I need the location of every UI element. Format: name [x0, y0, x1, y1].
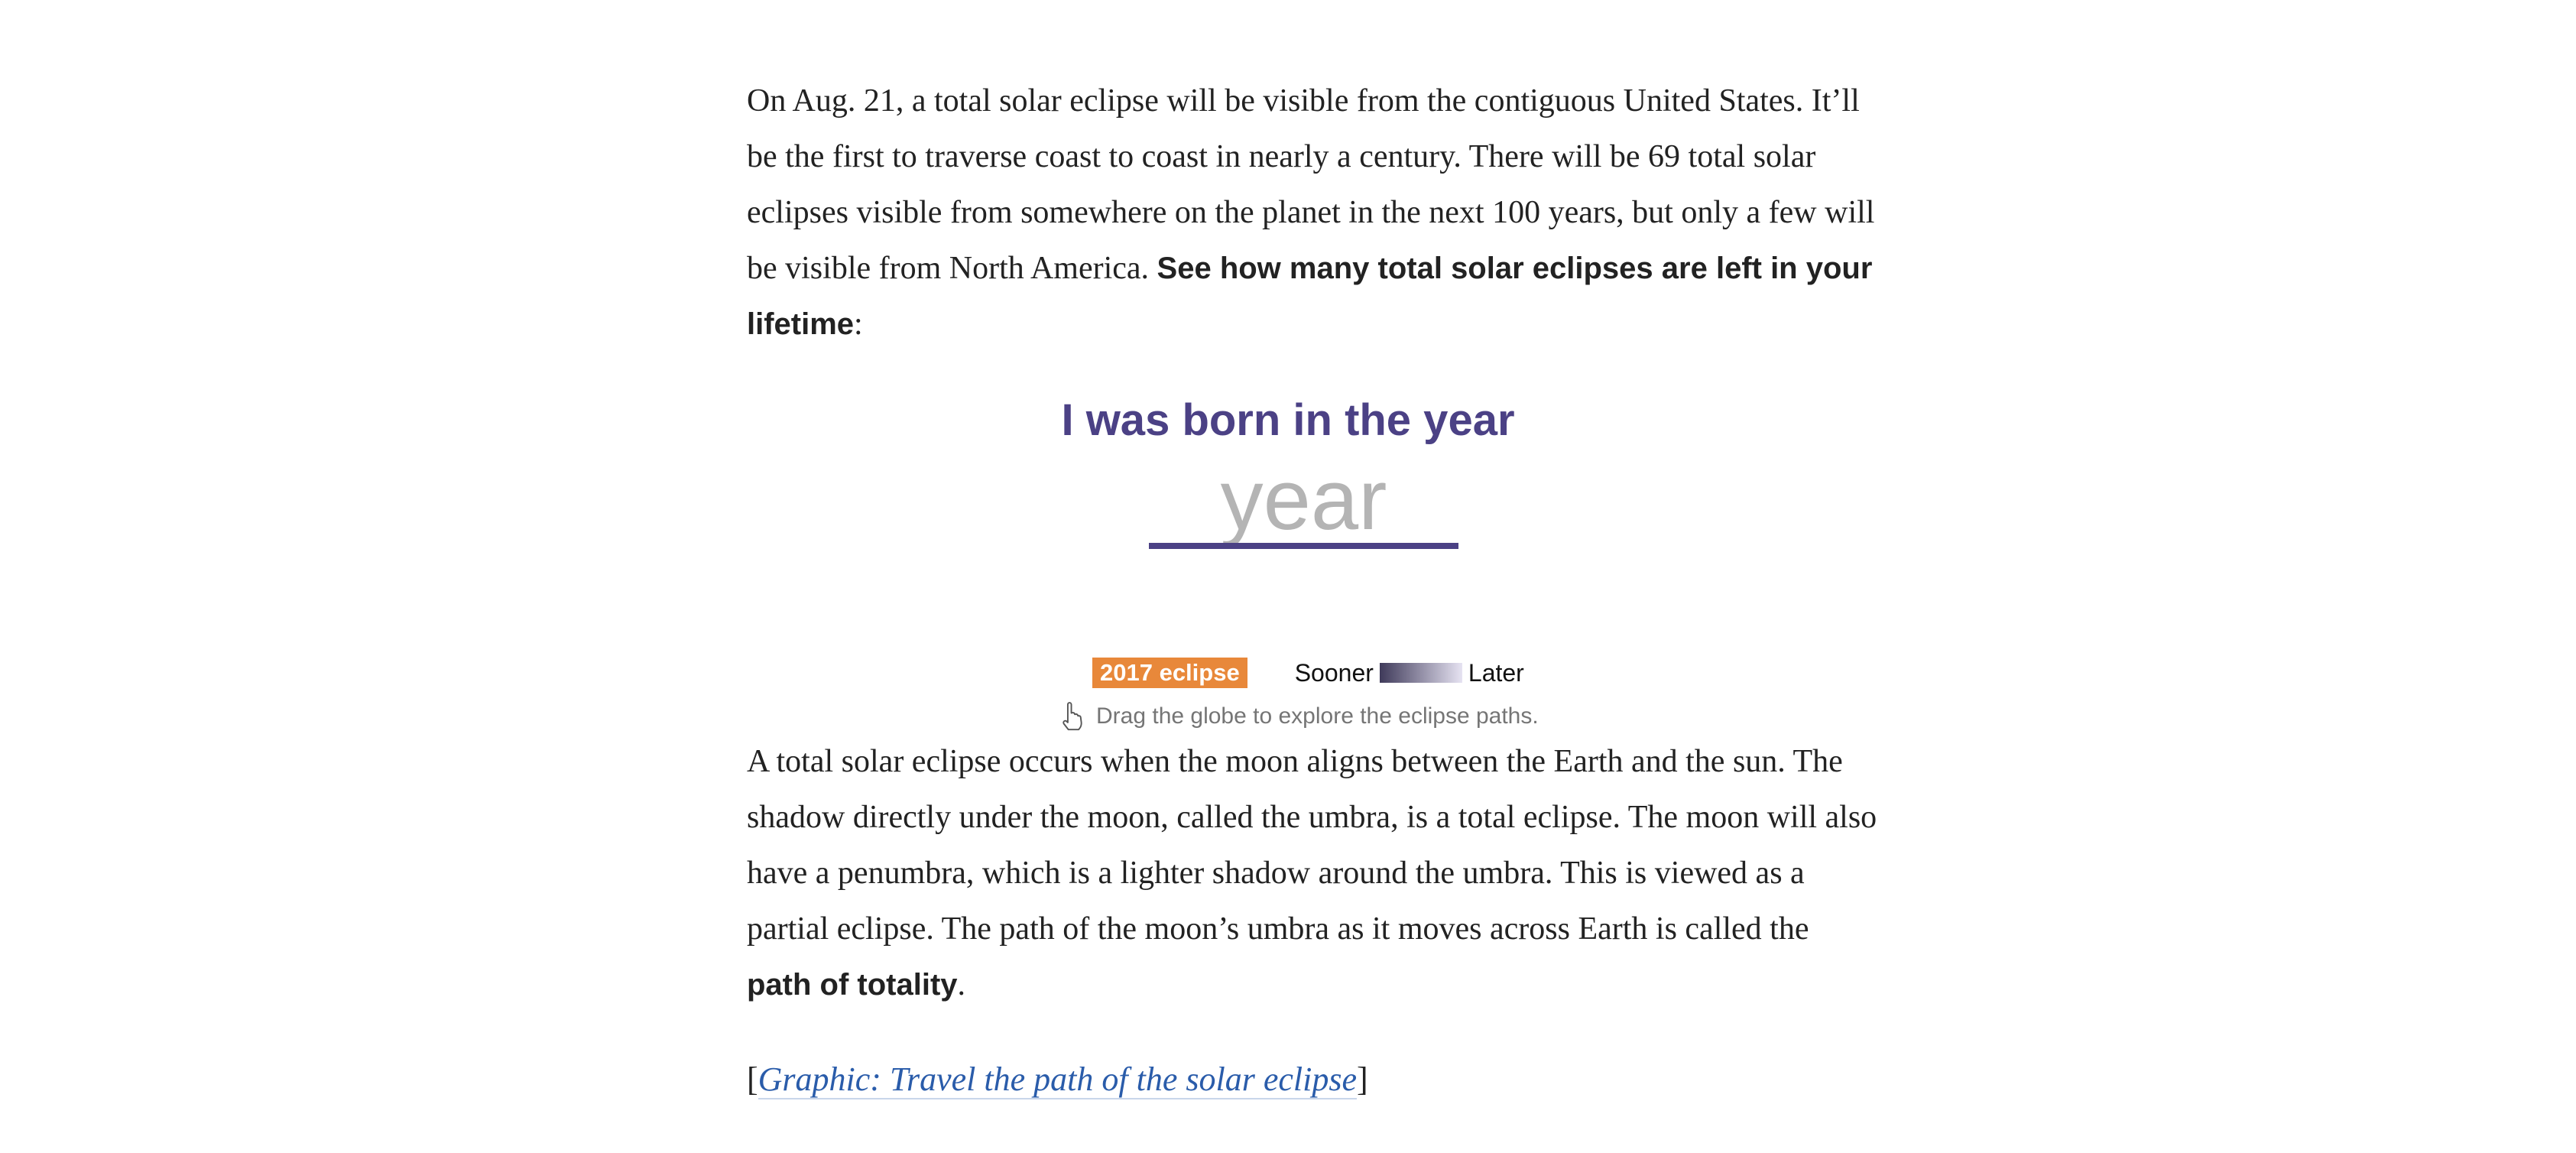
- bracket-close: ]: [1357, 1060, 1368, 1098]
- globe-hint-text: Drag the globe to explore the eclipse pa…: [1096, 703, 1539, 729]
- path-of-totality-term: path of totality: [747, 968, 958, 1002]
- globe-hint: Drag the globe to explore the eclipse pa…: [1058, 700, 1539, 732]
- explain-tail: .: [957, 967, 966, 1002]
- sooner-later-gradient: [1379, 663, 1462, 683]
- legend-later-label: Later: [1468, 658, 1524, 687]
- intro-tail: :: [854, 307, 863, 342]
- explain-paragraph: A total solar eclipse occurs when the mo…: [747, 734, 1878, 1013]
- related-graphic-link[interactable]: Graphic: Travel the path of the solar ec…: [758, 1060, 1357, 1099]
- birth-year-heading: I was born in the year: [1061, 395, 1515, 445]
- related-graphic: [Graphic: Travel the path of the solar e…: [747, 1052, 1368, 1107]
- explain-text: A total solar eclipse occurs when the mo…: [747, 744, 1877, 947]
- eclipse-legend: 2017 eclipse Sooner Later: [1092, 658, 1524, 688]
- intro-section: On Aug. 21, a total solar eclipse will b…: [747, 73, 1878, 352]
- eclipse-2017-badge: 2017 eclipse: [1092, 658, 1247, 688]
- hand-pointer-icon: [1063, 702, 1082, 731]
- legend-sooner-label: Sooner: [1294, 658, 1374, 687]
- explain-section: A total solar eclipse occurs when the mo…: [747, 734, 1878, 1013]
- bracket-open: [: [747, 1060, 758, 1098]
- birth-year-input[interactable]: [1149, 456, 1458, 549]
- intro-paragraph: On Aug. 21, a total solar eclipse will b…: [747, 73, 1878, 352]
